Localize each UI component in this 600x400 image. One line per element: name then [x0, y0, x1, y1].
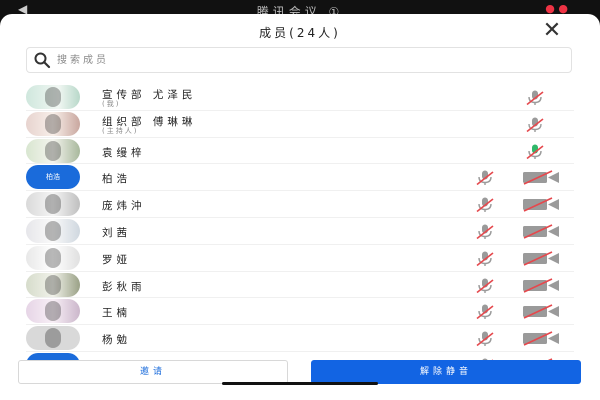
mic-muted-icon[interactable]: [474, 250, 496, 267]
mic-muted-icon[interactable]: [474, 223, 496, 240]
member-name: 袁缦梓: [102, 146, 146, 159]
member-row[interactable]: 柏浩 柏浩: [26, 164, 574, 192]
avatar: [26, 111, 80, 136]
mic-muted-icon[interactable]: [474, 303, 496, 320]
member-row[interactable]: 杨勉: [26, 325, 574, 352]
member-name: 彭秋雨: [102, 280, 146, 293]
avatar: [26, 138, 80, 163]
avatar: [26, 272, 80, 297]
member-name: 庞炜沖: [102, 200, 146, 213]
camera-off-icon[interactable]: [522, 331, 560, 346]
search-box[interactable]: [26, 47, 572, 73]
member-row[interactable]: 刘茜: [26, 218, 574, 245]
search-input[interactable]: [57, 51, 557, 69]
member-role: (主持人): [102, 126, 139, 135]
member-row[interactable]: 罗娅: [26, 245, 574, 272]
member-name: 柏浩: [102, 173, 131, 186]
avatar: [26, 245, 80, 270]
mic-muted-icon[interactable]: [474, 196, 496, 213]
close-icon[interactable]: ✕: [540, 20, 564, 44]
mic-muted-icon[interactable]: [524, 89, 546, 106]
avatar: 柏浩: [26, 165, 80, 190]
member-list[interactable]: 宣传部 尤泽民 (我) 组织部 傅琳琳 (主持人) 袁缦梓柏浩 柏浩庞炜沖刘茜罗娅彭秋雨王…: [0, 84, 600, 374]
camera-off-icon[interactable]: [522, 277, 560, 293]
member-role: (我): [102, 100, 121, 108]
member-name: 王楠: [102, 307, 131, 320]
avatar: [26, 218, 80, 243]
footer-actions: 邀请 解除静音: [0, 360, 600, 400]
member-name: 罗娅: [102, 253, 131, 266]
search-icon: [34, 52, 51, 69]
member-row[interactable]: 王楠: [26, 298, 574, 326]
avatar: [26, 192, 80, 217]
avatar: [26, 326, 80, 351]
camera-off-icon[interactable]: [522, 251, 560, 266]
member-row[interactable]: 组织部 傅琳琳 (主持人): [26, 111, 574, 138]
member-row[interactable]: 宣传部 尤泽民 (我): [26, 84, 574, 111]
members-sheet: 成员(24人) ✕ 宣传部 尤泽民(我)组织部 傅琳琳(主持人) 袁缦梓柏浩 柏浩庞…: [0, 14, 600, 400]
avatar: [26, 299, 80, 324]
invite-button[interactable]: 邀请: [18, 360, 288, 384]
mic-muted-icon[interactable]: [474, 277, 496, 294]
unmute-all-button[interactable]: 解除静音: [311, 360, 581, 384]
camera-off-icon[interactable]: [522, 224, 560, 239]
member-row[interactable]: 彭秋雨: [26, 272, 574, 299]
camera-off-icon[interactable]: [522, 304, 560, 320]
camera-off-icon[interactable]: [522, 170, 560, 186]
mic-muted-icon[interactable]: [474, 169, 496, 186]
camera-off-icon[interactable]: [522, 197, 560, 212]
avatar-text: 柏浩: [46, 173, 60, 182]
mic-active-icon[interactable]: [524, 143, 546, 160]
home-indicator: [222, 382, 378, 385]
member-name: 杨勉: [102, 334, 131, 347]
mic-muted-icon[interactable]: [524, 116, 546, 133]
sheet-title: 成员(24人): [259, 26, 341, 40]
member-name: 刘茜: [102, 226, 131, 239]
avatar: [26, 85, 80, 109]
member-row[interactable]: 庞炜沖: [26, 191, 574, 218]
member-row[interactable]: 袁缦梓: [26, 138, 574, 165]
mic-muted-icon[interactable]: [474, 330, 496, 347]
sheet-header: 成员(24人) ✕: [0, 14, 600, 50]
